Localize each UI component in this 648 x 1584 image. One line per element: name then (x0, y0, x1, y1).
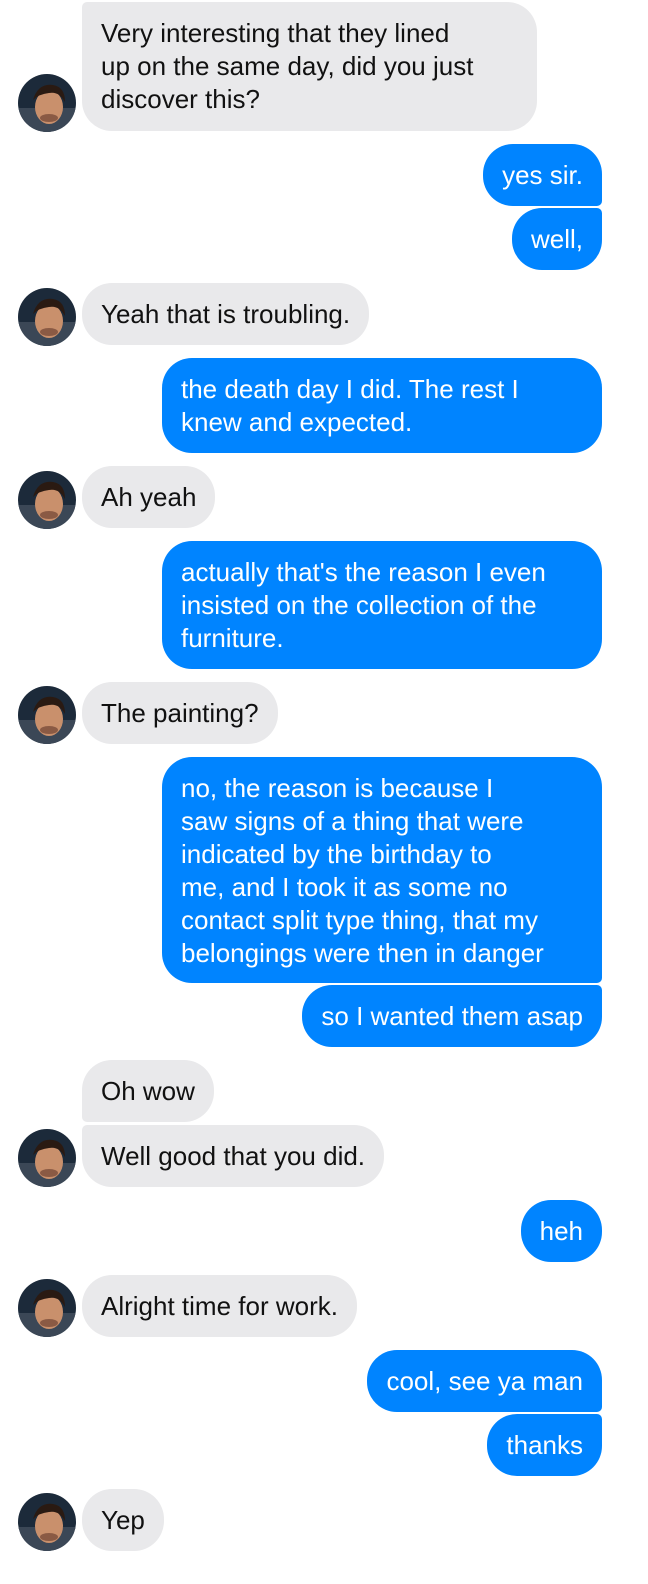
incoming-message-bubble[interactable]: Yep (82, 1489, 164, 1551)
outgoing-message-bubble[interactable]: heh (520, 1200, 602, 1262)
contact-avatar-icon[interactable] (18, 288, 76, 346)
contact-avatar-icon[interactable] (18, 74, 76, 132)
contact-avatar-icon[interactable] (18, 1279, 76, 1337)
incoming-message-bubble[interactable]: Well good that you did. (82, 1125, 385, 1187)
incoming-message-bubble[interactable]: Yeah that is troubling. (82, 283, 370, 345)
contact-avatar-icon[interactable] (18, 1493, 76, 1551)
contact-avatar-icon[interactable] (18, 686, 76, 744)
contact-avatar-icon[interactable] (18, 1129, 76, 1187)
outgoing-message-bubble[interactable]: no, the reason is because I saw signs of… (162, 757, 602, 983)
outgoing-message-bubble[interactable]: actually that's the reason I even insist… (162, 541, 602, 669)
outgoing-message-bubble[interactable]: cool, see ya man (367, 1350, 602, 1412)
outgoing-message-bubble[interactable]: thanks (487, 1414, 602, 1476)
incoming-message-bubble[interactable]: Alright time for work. (82, 1275, 357, 1337)
incoming-message-bubble[interactable]: The painting? (82, 682, 278, 744)
incoming-message-bubble[interactable]: Very interesting that they lined up on t… (82, 2, 537, 131)
outgoing-message-bubble[interactable]: yes sir. (483, 144, 602, 206)
incoming-message-bubble[interactable]: Ah yeah (82, 466, 216, 528)
outgoing-message-bubble[interactable]: well, (511, 208, 602, 270)
incoming-message-bubble[interactable]: Oh wow (82, 1060, 214, 1122)
outgoing-message-bubble[interactable]: the death day I did. The rest I knew and… (162, 358, 602, 453)
outgoing-message-bubble[interactable]: so I wanted them asap (302, 985, 602, 1047)
contact-avatar-icon[interactable] (18, 471, 76, 529)
